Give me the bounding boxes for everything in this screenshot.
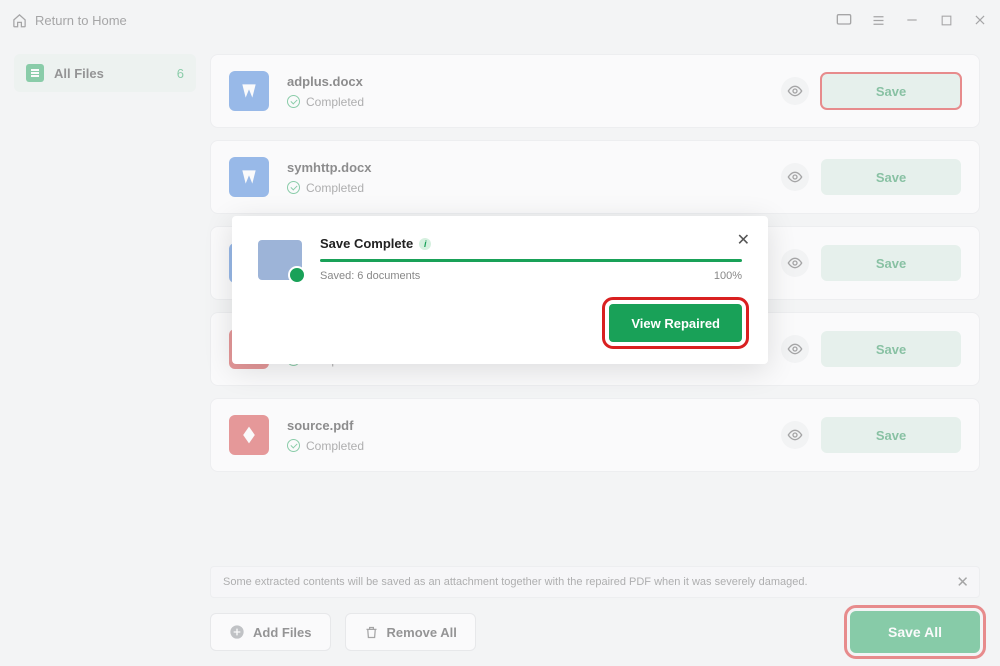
progress-bar: [320, 259, 742, 262]
printer-icon: [258, 240, 302, 280]
modal-title: Save Complete: [320, 236, 413, 251]
modal-overlay: ✕ Save Complete i Saved: 6 documents 100…: [0, 0, 1000, 666]
view-repaired-button[interactable]: View Repaired: [609, 304, 742, 342]
save-complete-modal: ✕ Save Complete i Saved: 6 documents 100…: [232, 216, 768, 364]
modal-close-icon[interactable]: ✕: [737, 230, 750, 250]
progress-percent: 100%: [714, 270, 742, 282]
info-icon[interactable]: i: [419, 238, 431, 250]
saved-count-label: Saved: 6 documents: [320, 270, 420, 282]
